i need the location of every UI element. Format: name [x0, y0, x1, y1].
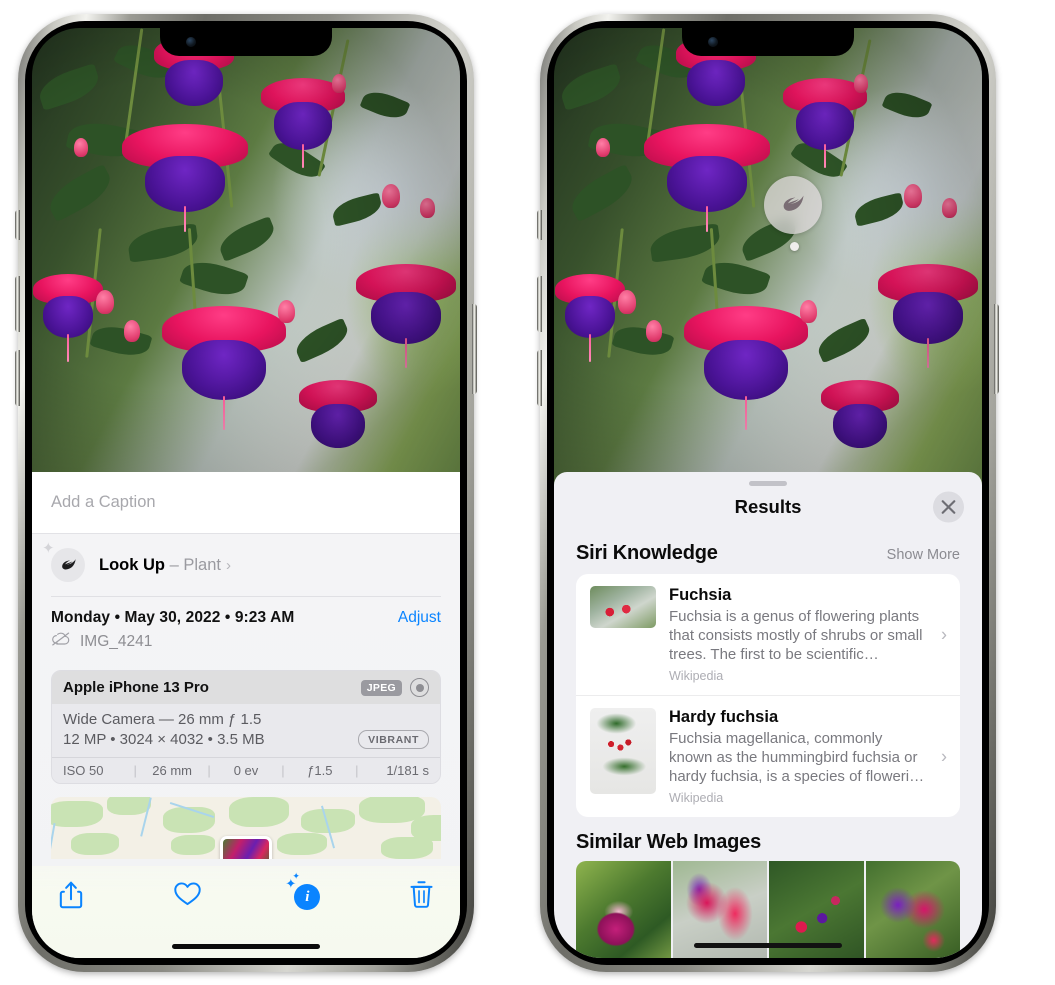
trash-icon[interactable] — [409, 880, 434, 914]
screenshot-root: Add a Caption ✦ Look Up – Plant › Monday… — [0, 0, 1055, 985]
home-indicator-left[interactable] — [172, 944, 320, 949]
front-camera-left — [186, 37, 196, 47]
phone-right: Results Siri Knowledge Show More Fuchsia… — [537, 14, 999, 972]
look-up-label: Look Up – Plant — [99, 556, 221, 575]
look-up-row[interactable]: ✦ Look Up – Plant › — [32, 534, 460, 596]
photo-vignette — [32, 28, 460, 490]
exif-focal: 26 mm — [152, 763, 192, 778]
exif-card[interactable]: Apple iPhone 13 Pro JPEG Wide Camera — 2… — [51, 670, 441, 784]
photo-metadata: Monday • May 30, 2022 • 9:23 AM Adjust I… — [32, 597, 460, 657]
knowledge-description: Fuchsia magellanica, commonly known as t… — [669, 730, 925, 786]
photo-viewer-right[interactable] — [554, 28, 982, 490]
photo-filename: IMG_4241 — [80, 632, 153, 650]
visual-look-up-anchor-dot — [790, 242, 799, 251]
section-title-siri-knowledge: Siri Knowledge — [576, 542, 718, 564]
volume-up-button-right[interactable] — [537, 276, 542, 332]
leaf-icon: ✦ — [42, 541, 85, 582]
knowledge-item-fuchsia[interactable]: Fuchsia Fuchsia is a genus of flowering … — [576, 574, 960, 695]
exif-lens: Wide Camera — 26 mm ƒ 1.5 — [63, 711, 262, 728]
photo-vignette-right — [554, 28, 982, 490]
leaf-icon — [783, 195, 804, 211]
location-map[interactable] — [51, 797, 441, 859]
phone-left: Add a Caption ✦ Look Up – Plant › Monday… — [15, 14, 477, 972]
home-indicator-right[interactable] — [694, 943, 842, 948]
sparkle-small-icon: ✦ — [292, 871, 300, 881]
power-button-right[interactable] — [994, 304, 999, 394]
chevron-right-icon: › — [941, 746, 947, 767]
share-icon[interactable] — [58, 880, 84, 915]
exif-header: Apple iPhone 13 Pro JPEG — [52, 671, 440, 704]
look-up-subject: Plant — [183, 555, 221, 574]
look-up-dash: – — [169, 555, 179, 574]
exif-device: Apple iPhone 13 Pro — [63, 679, 209, 696]
siri-knowledge-header: Siri Knowledge Show More — [554, 528, 982, 574]
knowledge-description: Fuchsia is a genus of flowering plants t… — [669, 608, 923, 664]
photo-date: Monday • May 30, 2022 • 9:23 AM — [51, 609, 295, 626]
knowledge-source: Wikipedia — [669, 669, 724, 684]
heart-icon[interactable] — [173, 880, 202, 912]
similar-image-4[interactable] — [865, 861, 960, 958]
results-header: Results — [554, 486, 982, 528]
photo-viewer-left[interactable] — [32, 28, 460, 490]
notch-left — [160, 28, 332, 56]
chevron-right-icon: › — [941, 624, 947, 645]
close-icon[interactable] — [933, 491, 964, 523]
sparkle-icon: ✦ — [42, 540, 55, 557]
section-title-similar-web-images: Similar Web Images — [576, 831, 761, 854]
notch-right — [682, 28, 854, 56]
results-sheet: Results Siri Knowledge Show More Fuchsia… — [554, 472, 982, 958]
similar-web-images-header: Similar Web Images — [554, 817, 982, 861]
knowledge-title: Hardy fuchsia — [669, 708, 779, 727]
cloud-slash-icon — [51, 632, 71, 651]
mute-switch-left[interactable] — [15, 210, 20, 240]
screen-left: Add a Caption ✦ Look Up – Plant › Monday… — [32, 28, 460, 958]
map-photo-pin[interactable] — [220, 836, 272, 859]
photo-info-sheet: Add a Caption ✦ Look Up – Plant › Monday… — [32, 472, 460, 958]
show-more-button[interactable]: Show More — [887, 547, 960, 563]
screen-right: Results Siri Knowledge Show More Fuchsia… — [554, 28, 982, 958]
volume-up-button-left[interactable] — [15, 276, 20, 332]
adjust-button[interactable]: Adjust — [398, 609, 441, 627]
aperture-icon — [410, 678, 429, 697]
photographic-style-badge: VIBRANT — [358, 730, 429, 749]
knowledge-thumbnail — [590, 708, 656, 795]
exif-shutter: 1/181 s — [386, 763, 429, 778]
look-up-title: Look Up — [99, 555, 165, 574]
caption-placeholder: Add a Caption — [51, 493, 156, 511]
visual-look-up-badge[interactable] — [764, 176, 822, 234]
caption-input-row[interactable]: Add a Caption — [32, 472, 460, 534]
exif-size: 12 MP • 3024 × 4032 • 3.5 MB — [63, 731, 265, 748]
exif-ev: 0 ev — [233, 763, 259, 778]
exif-iso: ISO 50 — [63, 763, 104, 778]
siri-knowledge-card: Fuchsia Fuchsia is a genus of flowering … — [576, 574, 960, 818]
exif-aperture: ƒ1.5 — [307, 763, 333, 778]
info-glyph: i — [294, 884, 321, 910]
knowledge-item-hardy-fuchsia[interactable]: Hardy fuchsia Fuchsia magellanica, commo… — [576, 695, 960, 817]
power-button-left[interactable] — [472, 304, 477, 394]
results-title: Results — [734, 496, 802, 517]
exif-stats: ISO 50 | 26 mm | 0 ev | ƒ1.5 | 1/181 s — [52, 757, 440, 783]
similar-image-1[interactable] — [576, 861, 671, 958]
volume-down-button-left[interactable] — [15, 350, 20, 406]
chevron-right-icon: › — [225, 556, 231, 574]
knowledge-thumbnail — [590, 586, 656, 628]
info-sparkle-icon[interactable]: ✦ ✦ i — [285, 871, 321, 910]
knowledge-source: Wikipedia — [669, 791, 724, 806]
exif-body: Wide Camera — 26 mm ƒ 1.5 12 MP • 3024 ×… — [52, 704, 440, 757]
knowledge-title: Fuchsia — [669, 586, 732, 604]
volume-down-button-right[interactable] — [537, 350, 542, 406]
mute-switch-right[interactable] — [537, 210, 542, 240]
front-camera-right — [708, 37, 718, 47]
format-badge: JPEG — [360, 679, 402, 696]
